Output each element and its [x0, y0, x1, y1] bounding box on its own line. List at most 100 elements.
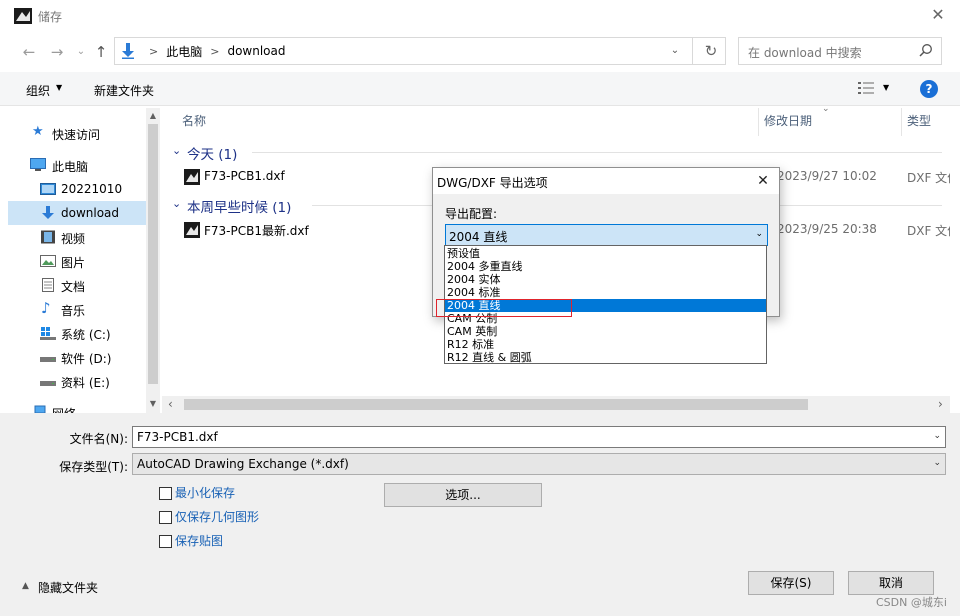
search-input[interactable]: 在 download 中搜索 — [738, 37, 942, 65]
nav-scroll-thumb[interactable] — [148, 124, 158, 384]
dialog-title-bar: DWG/DXF 导出选项 ✕ — [433, 168, 779, 194]
app-icon — [14, 8, 32, 24]
chevron-down-icon[interactable]: ⌄ — [666, 42, 684, 60]
dropdown-option[interactable]: 预设值 — [445, 247, 766, 260]
dropdown-option[interactable]: CAM 英制 — [445, 325, 766, 338]
scroll-right-icon[interactable]: › — [938, 397, 943, 411]
chevron-down-icon[interactable]: ⌄ — [172, 144, 181, 157]
nav-item-drive-d[interactable]: 软件 (D:) — [8, 345, 146, 369]
chevron-down-icon[interactable]: ⌄ — [755, 229, 763, 239]
recent-locations-button[interactable]: ⌄ — [70, 41, 92, 63]
network-icon — [34, 405, 46, 413]
caret-down-icon[interactable]: ▼ — [883, 83, 889, 92]
window-title: 储存 — [38, 10, 63, 24]
group-divider — [252, 152, 942, 153]
column-divider[interactable] — [758, 108, 759, 136]
dropdown-option[interactable]: 2004 多重直线 — [445, 260, 766, 273]
filetype-select[interactable]: AutoCAD Drawing Exchange (*.dxf) ⌄ — [132, 453, 946, 475]
search-icon[interactable] — [919, 43, 933, 57]
nav-item-drive-c[interactable]: 系统 (C:) — [8, 321, 146, 345]
geometry-only-label[interactable]: 仅保存几何图形 — [175, 508, 259, 525]
geometry-only-checkbox[interactable] — [159, 511, 172, 524]
video-icon — [41, 230, 55, 244]
save-button[interactable]: 保存(S) — [748, 571, 834, 595]
close-button[interactable]: ✕ — [927, 4, 949, 26]
breadcrumb: > 此电脑 > download — [141, 38, 285, 64]
dropdown-option[interactable]: R12 标准 — [445, 338, 766, 351]
nav-item-this-pc[interactable]: 此电脑 — [8, 153, 146, 177]
dxf-file-icon — [184, 222, 200, 238]
dropdown-option[interactable]: 2004 实体 — [445, 273, 766, 286]
column-header-date[interactable]: 修改日期 — [764, 112, 812, 129]
dialog-title: DWG/DXF 导出选项 — [437, 176, 548, 190]
forward-button[interactable]: → — [46, 41, 68, 63]
filename-input[interactable]: F73-PCB1.dxf ⌄ — [132, 426, 946, 448]
search-placeholder: 在 download 中搜索 — [748, 46, 862, 60]
download-icon — [42, 206, 54, 219]
chevron-right-icon: > — [210, 44, 220, 58]
scroll-left-icon[interactable]: ‹ — [168, 397, 173, 411]
column-header-name[interactable]: 名称 — [182, 112, 206, 129]
refresh-icon[interactable]: ↻ — [701, 41, 721, 61]
cancel-button[interactable]: 取消 — [848, 571, 934, 595]
breadcrumb-item[interactable]: 此电脑 — [166, 43, 202, 60]
scroll-up-icon[interactable]: ▲ — [146, 111, 160, 120]
up-button[interactable]: ↑ — [90, 41, 112, 63]
new-folder-button[interactable]: 新建文件夹 — [94, 82, 154, 99]
close-icon[interactable]: ✕ — [753, 171, 773, 191]
export-config-select[interactable]: 2004 直线 ⌄ — [445, 224, 768, 246]
back-button[interactable]: ← — [18, 41, 40, 63]
drive-icon — [40, 357, 56, 362]
save-options-panel: 文件名(N): F73-PCB1.dxf ⌄ 保存类型(T): AutoCAD … — [0, 413, 960, 616]
nav-item-quick-access[interactable]: ★ 快速访问 — [8, 121, 146, 145]
column-divider[interactable] — [901, 108, 902, 136]
folder-icon — [40, 183, 56, 195]
save-textures-label[interactable]: 保存贴图 — [175, 532, 223, 549]
group-header-earlier-this-week[interactable]: 本周早些时候 (1) — [187, 196, 291, 216]
chevron-right-icon: > — [149, 44, 159, 58]
download-icon — [122, 43, 134, 59]
nav-item-videos[interactable]: 视频 — [8, 225, 146, 249]
nav-item-network[interactable]: 网络 — [8, 400, 146, 413]
nav-item-music[interactable]: ♪ 音乐 — [8, 297, 146, 321]
nav-item-documents[interactable]: 文档 — [8, 273, 146, 297]
drive-icon — [40, 381, 56, 386]
caret-down-icon: ▼ — [56, 83, 63, 92]
picture-icon — [40, 255, 56, 267]
chevron-down-icon[interactable]: ⌄ — [172, 197, 181, 210]
help-icon[interactable]: ? — [920, 80, 938, 98]
nav-item-pictures[interactable]: 图片 — [8, 249, 146, 273]
file-date: 2023/9/25 20:38 — [777, 222, 877, 236]
hide-folders-toggle[interactable]: 隐藏文件夹 — [38, 579, 98, 596]
address-bar[interactable]: > 此电脑 > download ⌄ ↻ — [114, 37, 726, 65]
navigation-pane: ★ 快速访问 此电脑 20221010 download 视频 图片 文档 ♪ … — [8, 108, 160, 413]
dropdown-option[interactable]: R12 直线 & 圆弧 — [445, 351, 766, 364]
nav-item-download[interactable]: download — [8, 201, 146, 225]
divider — [692, 38, 693, 64]
minimize-save-label[interactable]: 最小化保存 — [175, 484, 235, 501]
nav-item-20221010[interactable]: 20221010 — [8, 177, 146, 201]
minimize-save-checkbox[interactable] — [159, 487, 172, 500]
dropdown-option[interactable]: 2004 标准 — [445, 286, 766, 299]
file-type: DXF 文件 — [907, 171, 950, 185]
toolbar: 组织 ▼ 新建文件夹 ▼ ? — [0, 72, 960, 106]
organize-menu[interactable]: 组织 — [26, 82, 50, 99]
scroll-down-icon[interactable]: ▼ — [146, 399, 160, 408]
breadcrumb-item[interactable]: download — [227, 44, 285, 58]
options-button[interactable]: 选项... — [384, 483, 542, 507]
column-header-type[interactable]: 类型 — [907, 112, 931, 129]
watermark: CSDN @城东i — [876, 596, 947, 609]
chevron-down-icon[interactable]: ⌄ — [933, 431, 941, 441]
export-config-label: 导出配置: — [445, 207, 498, 221]
horizontal-scrollbar[interactable]: ‹ › — [162, 396, 950, 413]
dxf-file-icon — [184, 169, 200, 185]
chevron-up-icon[interactable]: ▲ — [22, 581, 29, 591]
nav-item-drive-e[interactable]: 资料 (E:) — [8, 369, 146, 393]
horizontal-scroll-thumb[interactable] — [184, 399, 808, 410]
chevron-down-icon: ⌄ — [933, 458, 941, 468]
music-icon: ♪ — [41, 299, 51, 317]
view-options-icon[interactable] — [857, 81, 875, 95]
save-textures-checkbox[interactable] — [159, 535, 172, 548]
file-type: DXF 文件 — [907, 224, 950, 238]
group-header-today[interactable]: 今天 (1) — [187, 143, 237, 163]
